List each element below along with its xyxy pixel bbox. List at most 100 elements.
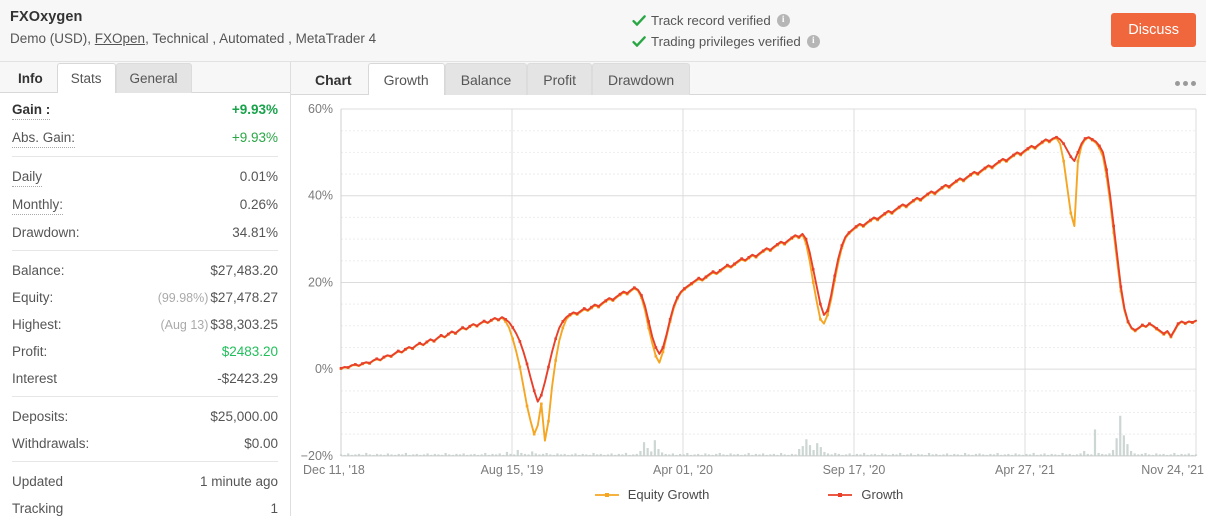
stat-label-highest: Highest: — [12, 316, 62, 334]
svg-text:20%: 20% — [308, 275, 333, 289]
stat-label-deposits: Deposits: — [12, 408, 68, 426]
tab-chart[interactable]: Chart — [299, 63, 368, 95]
svg-text:Nov 24, '21: Nov 24, '21 — [1141, 463, 1204, 477]
stat-row-interest: Interest -$2423.29 — [12, 365, 278, 392]
discuss-button[interactable]: Discuss — [1111, 13, 1196, 47]
sidebar-tab-stats[interactable]: Stats — [57, 63, 116, 93]
stat-row-highest: Highest: (Aug 13)$38,303.25 — [12, 311, 278, 338]
stat-value-daily: 0.01% — [240, 168, 278, 186]
stat-value-withdrawals: $0.00 — [244, 435, 278, 453]
stat-value-monthly: 0.26% — [240, 196, 278, 214]
stats-group-gain: Gain : +9.93% Abs. Gain: +9.93% — [12, 93, 278, 152]
account-meta-rest: , Technical , Automated , MetaTrader 4 — [145, 31, 376, 46]
stat-label-drawdown: Drawdown: — [12, 224, 80, 242]
stats-group-performance: Daily 0.01% Monthly: 0.26% Drawdown: 34.… — [12, 160, 278, 246]
stat-row-drawdown: Drawdown: 34.81% — [12, 219, 278, 246]
svg-text:60%: 60% — [308, 102, 333, 116]
stat-row-balance: Balance: $27,483.20 — [12, 257, 278, 284]
growth-chart-canvas: −20% 0% 20% 40% 60% Dec 11, '18 Aug 15, '19 Apr… — [291, 95, 1206, 516]
stats-group-meta: Updated 1 minute ago Tracking 1 — [12, 465, 278, 516]
stats-group-account: Balance: $27,483.20 Equity: (99.98%)$27,… — [12, 254, 278, 392]
svg-text:Sep 17, '20: Sep 17, '20 — [823, 463, 886, 477]
tab-profit[interactable]: Profit — [527, 63, 592, 95]
stat-value-drawdown: 34.81% — [232, 224, 278, 242]
stat-sub-equity: (99.98%) — [158, 291, 209, 305]
page-body: Info Stats General Gain : +9.93% Abs. Ga… — [0, 62, 1206, 516]
account-page: FXOxygen Demo (USD), FXOpen, Technical ,… — [0, 0, 1206, 516]
stat-value-deposits: $25,000.00 — [210, 408, 278, 426]
stat-label-monthly[interactable]: Monthly: — [12, 196, 63, 215]
stat-label-abs-gain[interactable]: Abs. Gain: — [12, 129, 75, 148]
info-icon[interactable]: i — [777, 14, 790, 27]
svg-text:Apr 27, '21: Apr 27, '21 — [995, 463, 1055, 477]
stat-row-tracking: Tracking 1 — [12, 495, 278, 516]
divider — [12, 156, 278, 157]
stat-label-updated: Updated — [12, 473, 63, 491]
stat-value-gain: +9.93% — [232, 101, 278, 119]
more-options-icon[interactable] — [1175, 81, 1196, 86]
stats-list: Gain : +9.93% Abs. Gain: +9.93% Daily 0.… — [0, 93, 290, 516]
divider — [12, 461, 278, 462]
sidebar: Info Stats General Gain : +9.93% Abs. Ga… — [0, 62, 291, 516]
svg-text:40%: 40% — [308, 189, 333, 203]
verification-badges: Track record verified i Trading privileg… — [632, 10, 820, 52]
stat-sub-highest: (Aug 13) — [160, 318, 208, 332]
verify-row-trading-privileges: Trading privileges verified i — [632, 31, 820, 52]
tab-drawdown[interactable]: Drawdown — [592, 63, 690, 95]
stat-value-balance: $27,483.20 — [210, 262, 278, 280]
stat-row-daily: Daily 0.01% — [12, 163, 278, 191]
sidebar-tab-general[interactable]: General — [116, 63, 192, 93]
stat-row-abs-gain: Abs. Gain: +9.93% — [12, 124, 278, 152]
stat-label-equity: Equity: — [12, 289, 53, 307]
stat-row-gain: Gain : +9.93% — [12, 96, 278, 124]
sidebar-tab-info[interactable]: Info — [4, 63, 57, 93]
svg-text:Aug 15, '19: Aug 15, '19 — [481, 463, 544, 477]
stat-value-equity: (99.98%)$27,478.27 — [158, 289, 278, 307]
verify-row-track-record: Track record verified i — [632, 10, 820, 31]
svg-text:Dec 11, '18: Dec 11, '18 — [303, 463, 365, 477]
page-header: FXOxygen Demo (USD), FXOpen, Technical ,… — [0, 0, 1206, 62]
stat-value-highest: (Aug 13)$38,303.25 — [160, 316, 278, 334]
broker-link[interactable]: FXOpen — [95, 31, 145, 46]
stat-label-tracking: Tracking — [12, 500, 63, 516]
stat-amount-highest: $38,303.25 — [210, 317, 278, 332]
stats-group-funding: Deposits: $25,000.00 Withdrawals: $0.00 — [12, 400, 278, 457]
svg-text:−20%: −20% — [301, 449, 333, 463]
stat-value-abs-gain: +9.93% — [232, 129, 278, 147]
divider — [12, 396, 278, 397]
stat-label-gain[interactable]: Gain : — [12, 101, 50, 120]
account-type: Demo (USD), — [10, 31, 91, 46]
stat-value-updated: 1 minute ago — [200, 473, 278, 491]
stat-row-updated: Updated 1 minute ago — [12, 468, 278, 495]
sidebar-tabs: Info Stats General — [0, 62, 290, 93]
account-name: FXOxygen — [10, 8, 376, 26]
stat-amount-equity: $27,478.27 — [210, 290, 278, 305]
check-icon — [632, 14, 646, 28]
stat-label-daily[interactable]: Daily — [12, 168, 42, 187]
chart-tabs: Chart Growth Balance Profit Drawdown — [291, 62, 1206, 95]
divider — [12, 250, 278, 251]
tab-balance[interactable]: Balance — [445, 63, 528, 95]
account-identity: FXOxygen Demo (USD), FXOpen, Technical ,… — [0, 0, 376, 49]
stat-value-tracking: 1 — [270, 500, 278, 516]
check-icon — [632, 35, 646, 49]
tab-growth[interactable]: Growth — [368, 63, 445, 95]
verify-label-trading-privileges: Trading privileges verified — [651, 34, 801, 49]
svg-text:0%: 0% — [315, 362, 333, 376]
growth-chart[interactable]: −20% 0% 20% 40% 60% Dec 11, '18 Aug 15, '19 Apr… — [291, 95, 1206, 516]
stat-row-monthly: Monthly: 0.26% — [12, 191, 278, 219]
stat-label-balance: Balance: — [12, 262, 65, 280]
stat-label-profit: Profit: — [12, 343, 47, 361]
account-meta: Demo (USD), FXOpen, Technical , Automate… — [10, 29, 376, 49]
stat-label-interest: Interest — [12, 370, 57, 388]
info-icon[interactable]: i — [807, 35, 820, 48]
stat-row-deposits: Deposits: $25,000.00 — [12, 403, 278, 430]
stat-row-profit: Profit: $2483.20 — [12, 338, 278, 365]
stat-value-interest: -$2423.29 — [217, 370, 278, 388]
svg-text:Apr 01, '20: Apr 01, '20 — [653, 463, 713, 477]
stat-row-equity: Equity: (99.98%)$27,478.27 — [12, 284, 278, 311]
stat-row-withdrawals: Withdrawals: $0.00 — [12, 430, 278, 457]
verify-label-track-record: Track record verified — [651, 13, 771, 28]
stat-value-profit: $2483.20 — [222, 343, 278, 361]
stat-label-withdrawals: Withdrawals: — [12, 435, 89, 453]
